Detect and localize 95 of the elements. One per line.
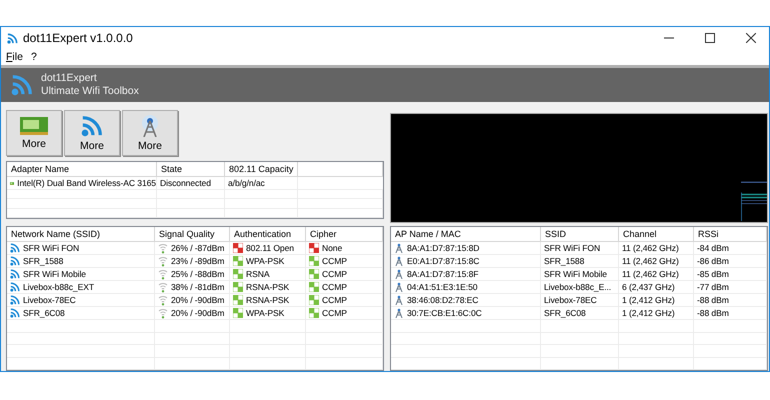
table-cell: 23% / -89dBm [155, 255, 230, 267]
close-icon [746, 33, 756, 43]
table-cell[interactable]: E0:A1:D7:87:15:8C [391, 255, 541, 267]
wifi-icon [11, 74, 33, 96]
wifi-icon [10, 256, 20, 266]
table-cell: Livebox-b88c_E... [541, 281, 619, 293]
table-cell[interactable]: 8A:A1:D7:87:15:8F [391, 268, 541, 280]
signal-icon [158, 308, 168, 318]
more-button[interactable]: More [122, 110, 178, 156]
table-cell: -86 dBm [694, 255, 767, 267]
app-subtitle: Ultimate Wifi Toolbox [41, 85, 139, 98]
table-cell: RSNA [230, 268, 306, 280]
table-cell[interactable]: 04:A1:51:E3:1E:50 [391, 281, 541, 293]
table-cell: 38% / -81dBm [155, 281, 230, 293]
antenna-tower-icon [394, 243, 404, 253]
table-cell: 1 (2,412 GHz) [619, 294, 694, 306]
column-header[interactable]: Cipher [306, 227, 383, 241]
table-cell: -85 dBm [694, 268, 767, 280]
table-cell: 11 (2,462 GHz) [619, 268, 694, 280]
antenna-tower-icon [394, 308, 404, 318]
table-cell[interactable]: 30:7E:CB:E1:6C:0C [391, 307, 541, 319]
table-cell: None [306, 242, 383, 254]
table-cell: -84 dBm [694, 242, 767, 254]
table-cell: SFR_1588 [541, 255, 619, 267]
table-cell[interactable]: Intel(R) Dual Band Wireless-AC 3165 [7, 177, 157, 189]
table-cell: SFR_6C08 [541, 307, 619, 319]
table-cell: 11 (2,462 GHz) [619, 255, 694, 267]
table-cell: Disconnected [157, 177, 225, 189]
signal-icon [158, 256, 168, 266]
wifi-icon [10, 282, 20, 292]
signal-icon [158, 242, 168, 254]
more-button[interactable]: More [6, 110, 62, 156]
column-header[interactable]: 802.11 Capacity [225, 162, 298, 176]
antenna-tower-icon [140, 114, 160, 136]
wifi-icon [10, 243, 20, 253]
table-cell: 25% / -88dBm [155, 268, 230, 280]
column-header[interactable]: Adapter Name [7, 162, 157, 176]
menu-item[interactable]: ? [30, 51, 37, 63]
table-cell: -88 dBm [694, 307, 767, 319]
antenna-tower-icon [394, 269, 404, 279]
table-cell[interactable]: Livebox-78EC [7, 294, 155, 306]
table-cell[interactable]: SFR WiFi Mobile [7, 268, 155, 280]
menu-item[interactable]: File [6, 51, 23, 63]
table-cell[interactable]: SFR_6C08 [7, 307, 155, 319]
table-cell: CCMP [306, 268, 383, 280]
table-cell: CCMP [306, 255, 383, 267]
table-cell[interactable]: 8A:A1:D7:87:15:8D [391, 242, 541, 254]
table-cell: WPA-PSK [230, 307, 306, 319]
table-cell: 26% / -87dBm [155, 242, 230, 254]
table-cell: RSNA-PSK [230, 294, 306, 306]
wifi-icon [81, 114, 103, 136]
table-cell: CCMP [306, 307, 383, 319]
table-cell: -88 dBm [694, 294, 767, 306]
app-name: dot11Expert [41, 72, 98, 85]
table-cell[interactable]: SFR WiFi FON [7, 242, 155, 254]
table-cell[interactable]: SFR_1588 [7, 255, 155, 267]
table-cell: SFR WiFi FON [541, 242, 619, 254]
column-header[interactable]: SSID [541, 227, 619, 241]
antenna-tower-icon [394, 282, 404, 292]
table-cell: 802.11 Open [230, 242, 306, 254]
column-header[interactable]: State [157, 162, 225, 176]
table-cell: CCMP [306, 294, 383, 306]
maximize-icon [705, 33, 715, 43]
table-cell[interactable]: Livebox-b88c_EXT [7, 281, 155, 293]
table-cell: 11 (2,462 GHz) [619, 242, 694, 254]
network-card-icon [20, 116, 48, 134]
column-header[interactable]: RSSi [694, 227, 767, 241]
window-title: dot11Expert v1.0.0.0 [23, 31, 134, 45]
signal-icon [158, 294, 168, 306]
column-header[interactable]: AP Name / MAC [391, 227, 541, 241]
table-cell: WPA-PSK [230, 255, 306, 267]
table-cell: 20% / -90dBm [155, 307, 230, 319]
antenna-tower-icon [394, 295, 404, 305]
more-button[interactable]: More [64, 110, 120, 156]
table-cell: a/b/g/n/ac [225, 177, 298, 189]
column-header[interactable]: Network Name (SSID) [7, 227, 155, 241]
table-cell: 20% / -90dBm [155, 294, 230, 306]
signal-icon [158, 268, 168, 280]
column-header[interactable]: Channel [619, 227, 694, 241]
table-cell: -77 dBm [694, 281, 767, 293]
wifi-icon [10, 308, 20, 318]
signal-icon [158, 282, 168, 292]
table-cell: RSNA-PSK [230, 281, 306, 293]
table-cell: CCMP [306, 281, 383, 293]
wifi-icon [10, 269, 20, 279]
wifi-icon [10, 295, 20, 305]
table-cell: Livebox-78EC [541, 294, 619, 306]
table-cell[interactable]: 38:46:08:D2:78:EC [391, 294, 541, 306]
table-cell: SFR WiFi Mobile [541, 268, 619, 280]
column-header[interactable]: Authentication [230, 227, 306, 241]
antenna-tower-icon [394, 256, 404, 266]
table-cell: 1 (2,412 GHz) [619, 307, 694, 319]
table-cell: 6 (2,437 GHz) [619, 281, 694, 293]
wifi-icon [7, 32, 18, 44]
column-header[interactable]: Signal Quality [155, 227, 230, 241]
